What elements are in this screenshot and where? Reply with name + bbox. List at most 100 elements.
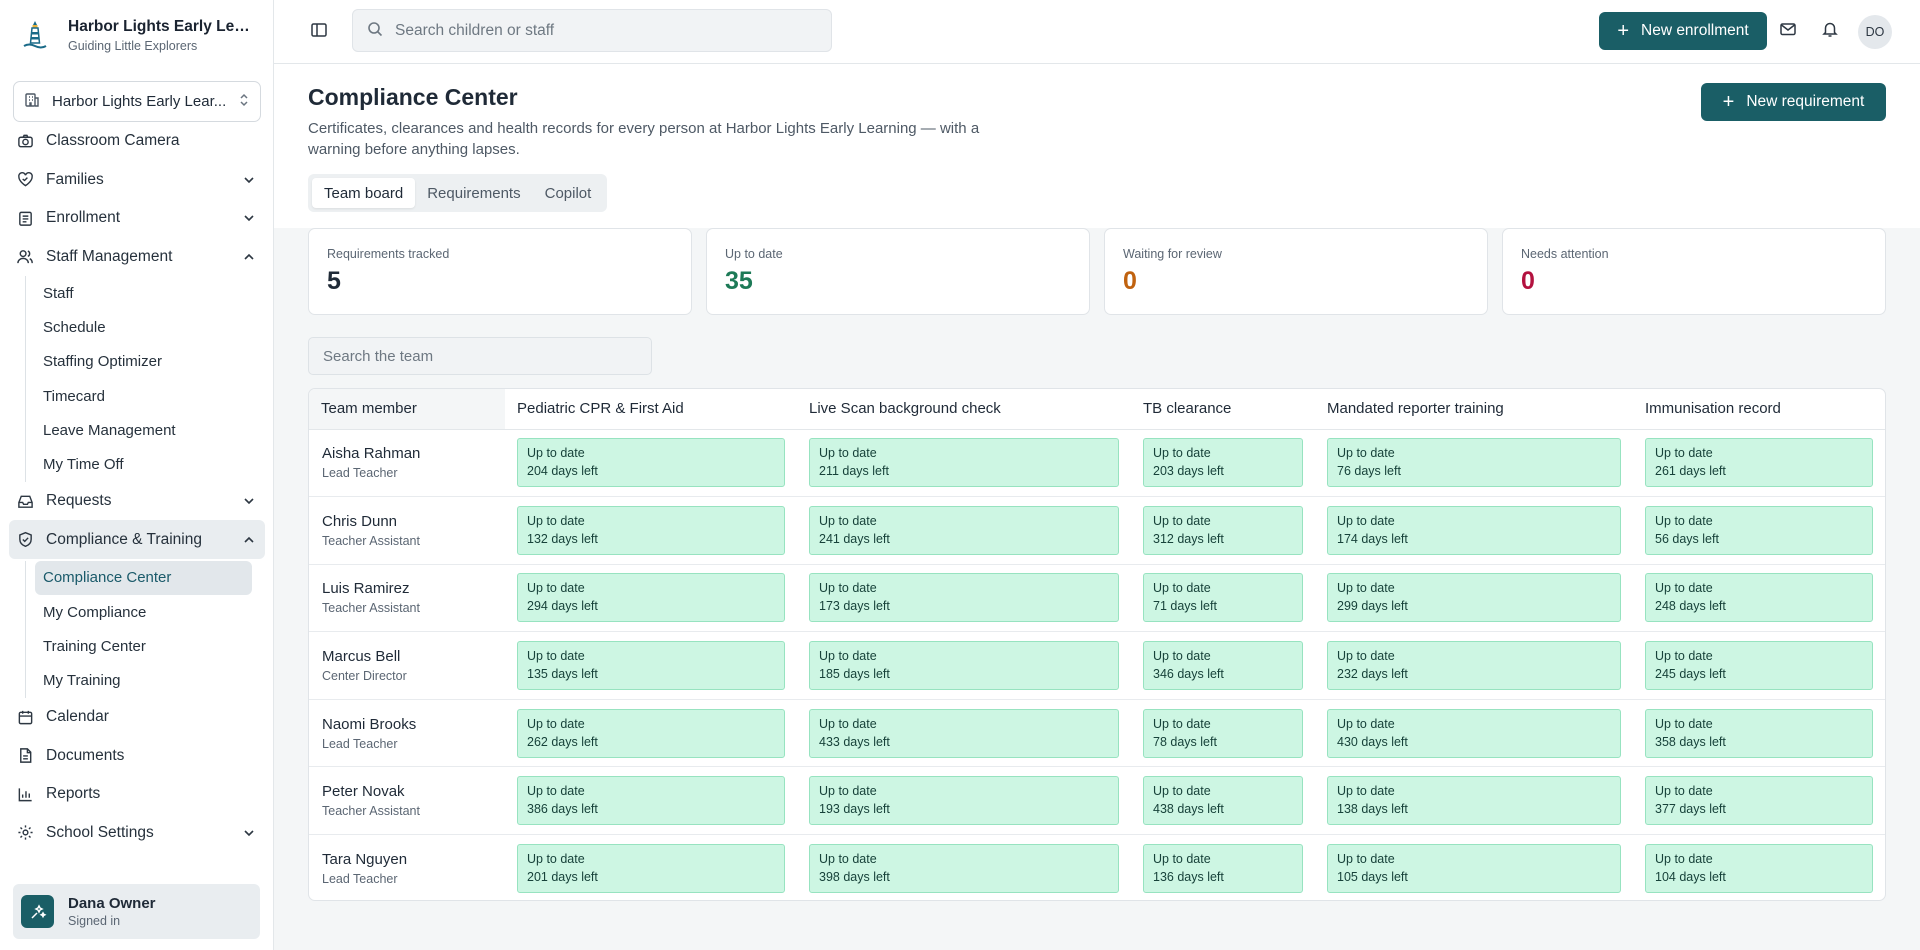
school-selector[interactable]: Harbor Lights Early Lear... bbox=[13, 81, 261, 122]
status-badge[interactable]: Up to date 438 days left bbox=[1143, 776, 1303, 826]
page-header: Compliance Center Certificates, clearanc… bbox=[274, 64, 1920, 228]
sidebar-item-timecard[interactable]: Timecard bbox=[35, 379, 252, 413]
status-badge[interactable]: Up to date 204 days left bbox=[517, 438, 785, 488]
sidebar-item-schedule[interactable]: Schedule bbox=[35, 310, 252, 344]
heart-handshake-icon bbox=[16, 171, 34, 189]
sidebar-item-label: Classroom Camera bbox=[46, 132, 180, 150]
status-badge[interactable]: Up to date 262 days left bbox=[517, 708, 785, 758]
status-badge[interactable]: Up to date 299 days left bbox=[1327, 573, 1621, 623]
avatar[interactable]: DO bbox=[1858, 15, 1892, 49]
requirement-cell: Up to date 346 days left bbox=[1131, 631, 1315, 700]
status-badge[interactable]: Up to date 105 days left bbox=[1327, 843, 1621, 893]
status-badge[interactable]: Up to date 430 days left bbox=[1327, 708, 1621, 758]
sidebar-item-families[interactable]: Families bbox=[0, 161, 274, 200]
table-row[interactable]: Naomi Brooks Lead Teacher Up to date 262 da… bbox=[309, 699, 1885, 768]
requirement-cell: Up to date 193 days left bbox=[797, 766, 1131, 836]
users-icon bbox=[16, 248, 34, 266]
status-badge[interactable]: Up to date 241 days left bbox=[809, 505, 1119, 555]
status-badge[interactable]: Up to date 173 days left bbox=[809, 573, 1119, 623]
status-badge[interactable]: Up to date 78 days left bbox=[1143, 708, 1303, 758]
column-header: Immunisation record bbox=[1633, 389, 1885, 430]
status-badge[interactable]: Up to date 104 days left bbox=[1645, 843, 1873, 893]
status-badge[interactable]: Up to date 232 days left bbox=[1327, 641, 1621, 691]
days-left: 78 days left bbox=[1153, 734, 1217, 749]
sidebar-item-reports[interactable]: Reports bbox=[0, 775, 274, 814]
sidebar-item-staff-management[interactable]: Staff Management bbox=[0, 238, 274, 277]
status-badge[interactable]: Up to date 346 days left bbox=[1143, 641, 1303, 691]
sidebar-item-classroom-camera[interactable]: Classroom Camera bbox=[0, 122, 274, 161]
table-row[interactable]: Chris Dunn Teacher Assistant Up to date 132… bbox=[309, 496, 1885, 565]
sidebar-item-calendar[interactable]: Calendar bbox=[0, 698, 274, 737]
status-badge[interactable]: Up to date 201 days left bbox=[517, 843, 785, 893]
status-badge[interactable]: Up to date 398 days left bbox=[809, 843, 1119, 893]
stat-label: Waiting for review bbox=[1123, 247, 1222, 261]
sidebar-item-compliance-training[interactable]: Compliance & Training bbox=[9, 520, 265, 559]
status-badge[interactable]: Up to date 185 days left bbox=[809, 641, 1119, 691]
status-badge[interactable]: Up to date 294 days left bbox=[517, 573, 785, 623]
status-badge[interactable]: Up to date 193 days left bbox=[809, 776, 1119, 826]
chevron-down-icon bbox=[242, 173, 256, 187]
status-badge[interactable]: Up to date 71 days left bbox=[1143, 573, 1303, 623]
sidebar-item-enrollment[interactable]: Enrollment bbox=[0, 199, 274, 238]
sidebar-item-my-compliance[interactable]: My Compliance bbox=[35, 595, 252, 629]
status-badge[interactable]: Up to date 386 days left bbox=[517, 776, 785, 826]
sidebar-item-staffing-optimizer[interactable]: Staffing Optimizer bbox=[35, 345, 252, 379]
sidebar-item-my-time-off[interactable]: My Time Off bbox=[35, 447, 252, 481]
sidebar-item-leave-management[interactable]: Leave Management bbox=[35, 413, 252, 447]
sidebar-toggle-icon[interactable] bbox=[310, 21, 330, 41]
sidebar-item-label: Calendar bbox=[46, 708, 109, 726]
status-badge[interactable]: Up to date 377 days left bbox=[1645, 776, 1873, 826]
requirement-cell: Up to date 104 days left bbox=[1633, 834, 1885, 900]
status-badge[interactable]: Up to date 203 days left bbox=[1143, 438, 1303, 488]
brand[interactable]: Harbor Lights Early Learn... Guiding Lit… bbox=[0, 0, 273, 70]
status-badge[interactable]: Up to date 312 days left bbox=[1143, 505, 1303, 555]
tab-team-board[interactable]: Team board bbox=[312, 178, 416, 208]
new-enrollment-button[interactable]: + New enrollment bbox=[1599, 12, 1767, 50]
status-badge[interactable]: Up to date 138 days left bbox=[1327, 776, 1621, 826]
status-badge[interactable]: Up to date 135 days left bbox=[517, 641, 785, 691]
sidebar-item-school-settings[interactable]: School Settings bbox=[0, 813, 274, 852]
status-badge[interactable]: Up to date 211 days left bbox=[809, 438, 1119, 488]
status-badge[interactable]: Up to date 261 days left bbox=[1645, 438, 1873, 488]
status-badge[interactable]: Up to date 174 days left bbox=[1327, 505, 1621, 555]
new-requirement-button[interactable]: + New requirement bbox=[1701, 83, 1886, 121]
bell-icon[interactable] bbox=[1821, 20, 1841, 40]
status-badge[interactable]: Up to date 358 days left bbox=[1645, 708, 1873, 758]
sidebar-item-training-center[interactable]: Training Center bbox=[35, 629, 252, 663]
status-badge[interactable]: Up to date 76 days left bbox=[1327, 438, 1621, 488]
table-row[interactable]: Marcus Bell Center Director Up to date 135 … bbox=[309, 631, 1885, 700]
tab-requirements[interactable]: Requirements bbox=[415, 178, 532, 208]
status-text: Up to date bbox=[819, 513, 877, 528]
user-avatar-icon bbox=[21, 895, 54, 928]
days-left: 138 days left bbox=[1337, 802, 1408, 817]
status-badge[interactable]: Up to date 56 days left bbox=[1645, 505, 1873, 555]
days-left: 232 days left bbox=[1337, 667, 1408, 682]
sidebar-item-my-training[interactable]: My Training bbox=[35, 664, 252, 698]
days-left: 132 days left bbox=[527, 531, 598, 546]
status-badge[interactable]: Up to date 248 days left bbox=[1645, 573, 1873, 623]
status-text: Up to date bbox=[1337, 513, 1395, 528]
team-search-input[interactable]: Search the team bbox=[308, 337, 652, 375]
status-text: Up to date bbox=[1655, 446, 1713, 461]
days-left: 76 days left bbox=[1337, 464, 1401, 479]
table-row[interactable]: Tara Nguyen Lead Teacher Up to date 201 day… bbox=[309, 834, 1885, 900]
column-header: Live Scan background check bbox=[797, 389, 1131, 430]
sidebar-item-compliance-center[interactable]: Compliance Center bbox=[35, 560, 252, 596]
status-badge[interactable]: Up to date 136 days left bbox=[1143, 843, 1303, 893]
days-left: 262 days left bbox=[527, 734, 598, 749]
mail-icon[interactable] bbox=[1779, 20, 1799, 40]
status-badge[interactable]: Up to date 245 days left bbox=[1645, 641, 1873, 691]
tab-copilot[interactable]: Copilot bbox=[533, 178, 604, 208]
status-badge[interactable]: Up to date 433 days left bbox=[809, 708, 1119, 758]
sidebar-item-requests[interactable]: Requests bbox=[0, 482, 274, 521]
sidebar-item-documents[interactable]: Documents bbox=[0, 736, 274, 775]
sidebar-item-staff[interactable]: Staff bbox=[35, 276, 252, 310]
table-row[interactable]: Luis Ramirez Teacher Assistant Up to date 2… bbox=[309, 564, 1885, 633]
status-badge[interactable]: Up to date 132 days left bbox=[517, 505, 785, 555]
user-card[interactable]: Dana Owner Signed in bbox=[13, 884, 260, 939]
table-row[interactable]: Aisha Rahman Lead Teacher Up to date 204 da… bbox=[309, 429, 1885, 498]
team-member-cell: Luis Ramirez Teacher Assistant bbox=[309, 564, 505, 633]
member-role: Lead Teacher bbox=[322, 466, 398, 481]
global-search-input[interactable]: Search children or staff bbox=[352, 9, 832, 52]
table-row[interactable]: Peter Novak Teacher Assistant Up to date 38… bbox=[309, 766, 1885, 836]
